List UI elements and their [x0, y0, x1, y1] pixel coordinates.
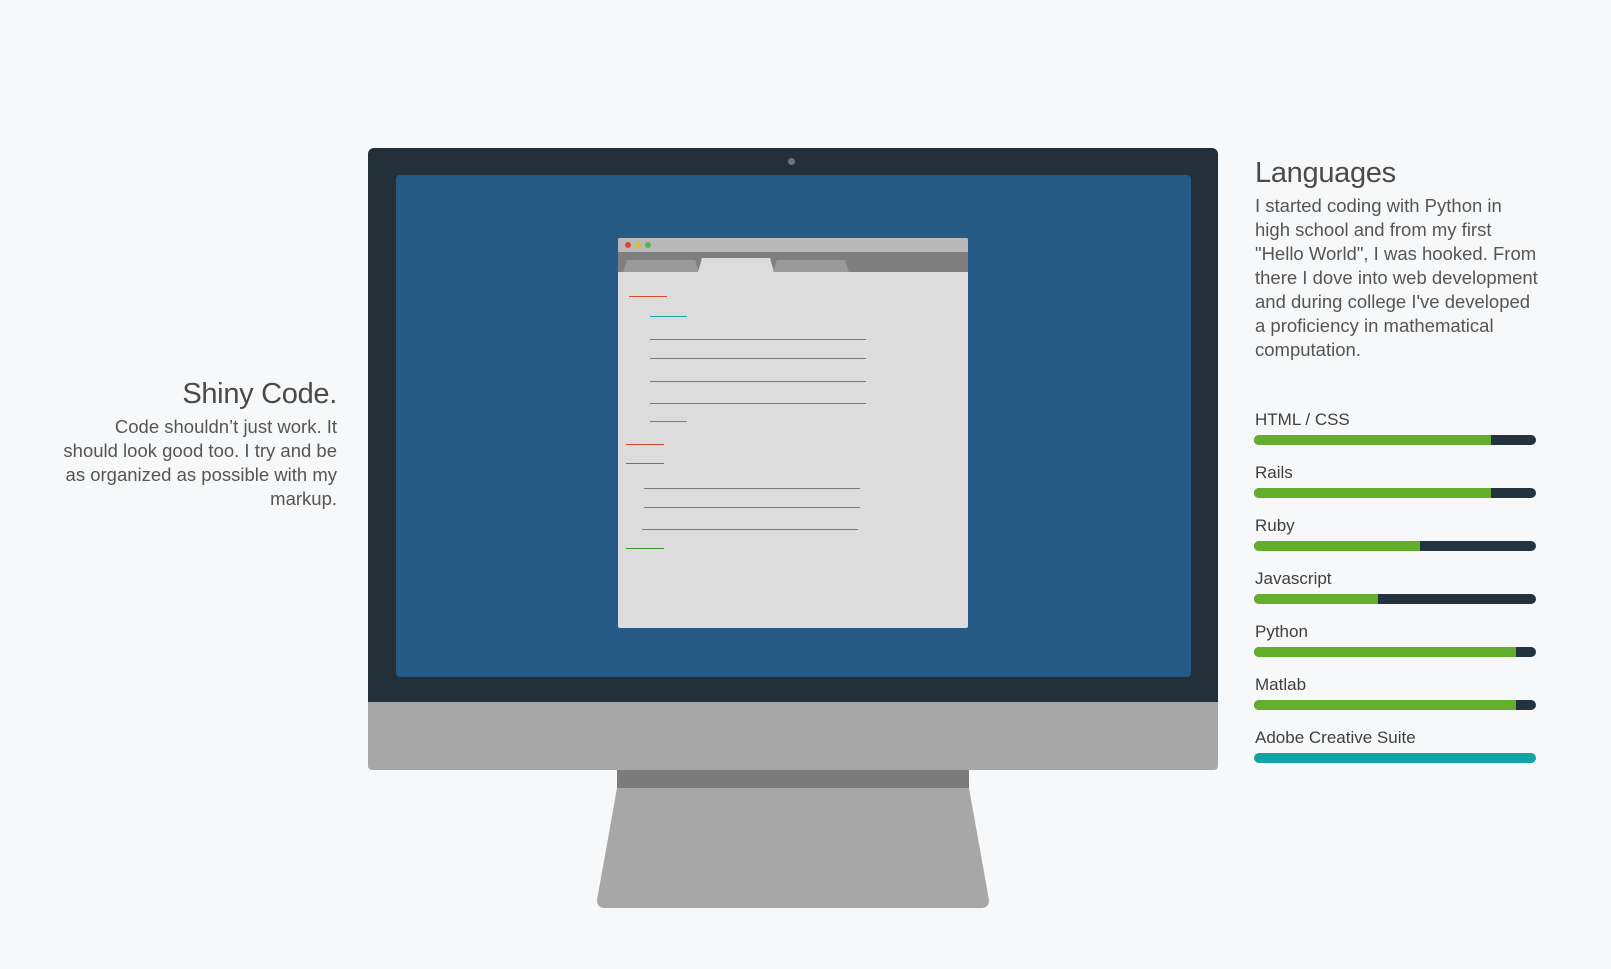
browser-tab-active — [698, 258, 774, 272]
skill-progress-fill — [1254, 541, 1421, 551]
code-line — [650, 403, 866, 404]
monitor-illustration — [368, 148, 1218, 770]
skill-label: HTML / CSS — [1255, 410, 1350, 429]
minimize-dot-icon — [635, 242, 641, 248]
skill-progress-fill — [1254, 488, 1491, 498]
browser-titlebar — [618, 238, 968, 252]
skill-progress-fill — [1254, 647, 1517, 657]
skill-label: Javascript — [1255, 569, 1332, 588]
skill-label: Rails — [1255, 463, 1293, 482]
skill-item: Python — [1254, 620, 1536, 673]
skill-bars-list: HTML / CSS Rails Ruby Javascript Python Matla… — [1254, 408, 1536, 779]
skill-progress-fill — [1254, 753, 1536, 763]
code-line — [650, 421, 687, 422]
browser-window-illustration — [618, 238, 968, 628]
code-line — [626, 463, 664, 464]
skill-progress-bar — [1254, 488, 1536, 498]
browser-tab — [623, 260, 699, 272]
skill-progress-bar — [1254, 647, 1536, 657]
section-title: Shiny Code. — [182, 378, 337, 410]
languages-section: Languages I started coding with Python i… — [1255, 157, 1545, 362]
camera-icon — [788, 158, 795, 165]
skill-label: Adobe Creative Suite — [1255, 728, 1416, 747]
close-dot-icon — [625, 242, 631, 248]
monitor-screen — [396, 175, 1191, 677]
browser-tab-bar — [618, 252, 968, 272]
code-line — [644, 488, 860, 489]
skill-progress-bar — [1254, 753, 1536, 763]
skill-progress-fill — [1254, 435, 1491, 445]
skill-item: Rails — [1254, 461, 1536, 514]
skill-progress-bar — [1254, 700, 1536, 710]
skill-item: HTML / CSS — [1254, 408, 1536, 461]
code-line — [644, 507, 860, 508]
skill-label: Ruby — [1255, 516, 1295, 535]
monitor-stand-base — [597, 788, 989, 908]
browser-tab — [773, 260, 849, 272]
section-title: Languages — [1255, 157, 1396, 189]
section-description: Code shouldn’t just work. It should look… — [63, 416, 337, 509]
skill-label: Python — [1255, 622, 1308, 641]
code-line — [650, 339, 866, 340]
monitor-bezel — [368, 148, 1218, 702]
skill-progress-bar — [1254, 541, 1536, 551]
skill-progress-fill — [1254, 594, 1379, 604]
section-description: I started coding with Python in high sch… — [1255, 195, 1538, 360]
skill-item: Javascript — [1254, 567, 1536, 620]
code-line — [650, 381, 866, 382]
skill-progress-fill — [1254, 700, 1517, 710]
code-line — [642, 529, 858, 530]
page: Shiny Code. Code shouldn’t just work. It… — [0, 0, 1611, 969]
skill-item: Adobe Creative Suite — [1254, 726, 1536, 779]
monitor-stand-neck — [617, 770, 969, 788]
code-line — [626, 548, 664, 549]
maximize-dot-icon — [645, 242, 651, 248]
shiny-code-section: Shiny Code. Code shouldn’t just work. It… — [60, 378, 337, 511]
skill-item: Ruby — [1254, 514, 1536, 567]
code-line — [650, 316, 687, 317]
code-line — [626, 444, 664, 445]
code-line — [629, 296, 667, 297]
skill-progress-bar — [1254, 594, 1536, 604]
code-line — [650, 358, 866, 359]
monitor-chin — [368, 702, 1218, 770]
skill-item: Matlab — [1254, 673, 1536, 726]
skill-progress-bar — [1254, 435, 1536, 445]
skill-label: Matlab — [1255, 675, 1307, 694]
